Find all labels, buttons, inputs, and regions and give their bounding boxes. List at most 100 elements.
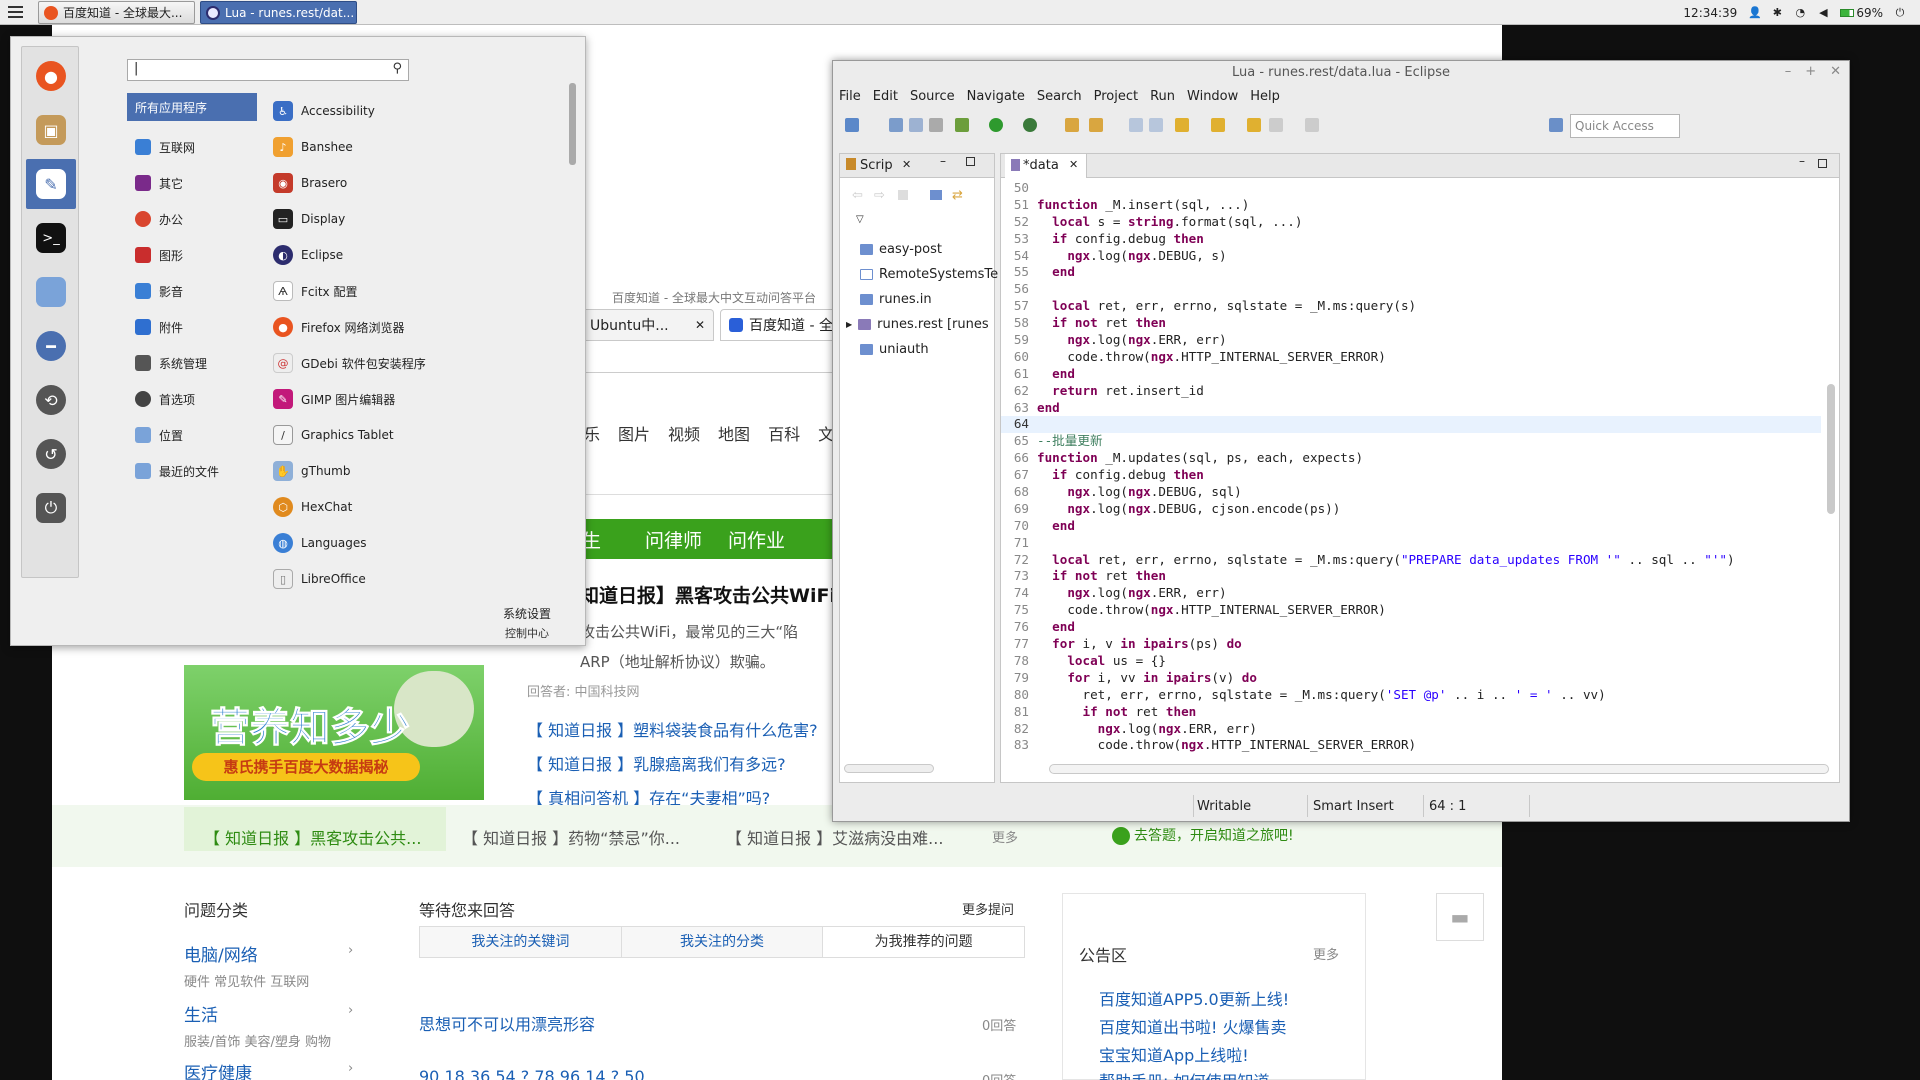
view-menu-icon[interactable]: ▽	[856, 214, 864, 225]
code-line[interactable]: 71	[1001, 535, 1821, 552]
code-line[interactable]: 69 ngx.log(ngx.DEBUG, cjson.encode(ps))	[1001, 501, 1821, 518]
system-settings-link[interactable]: 系统设置 控制中心	[503, 605, 551, 641]
code-text[interactable]: ngx.log(ngx.ERR, err)	[1037, 585, 1226, 602]
maximize-icon[interactable]: +	[1805, 64, 1816, 79]
launcher-scrollbar[interactable]	[569, 83, 576, 165]
code-text[interactable]: end	[1037, 518, 1075, 535]
code-line[interactable]: 80 ret, err, errno, sqlstate = _M.ms:que…	[1001, 687, 1821, 704]
code-line[interactable]: 70 end	[1001, 518, 1821, 535]
forward-icon[interactable]: ⇨	[874, 188, 885, 203]
notice-item[interactable]: 宝宝知道App上线啦!	[1099, 1042, 1249, 1066]
favorite-shutdown[interactable]: ⏻	[26, 483, 76, 533]
open-folder-icon[interactable]	[1065, 118, 1079, 132]
new-icon[interactable]	[845, 118, 859, 132]
code-lines[interactable]: 50 51 function _M.insert(sql, ...) 52 local…	[1001, 180, 1821, 756]
user-icon[interactable]: 👤	[1748, 6, 1762, 19]
code-line[interactable]: 74 ngx.log(ngx.ERR, err)	[1001, 585, 1821, 602]
open-perspective-icon[interactable]	[1549, 118, 1563, 132]
app-item-display[interactable]: ▭ Display	[273, 201, 563, 237]
code-text[interactable]: end	[1037, 400, 1060, 417]
category-graphics[interactable]: 图形	[127, 237, 257, 273]
code-line[interactable]: 59 ngx.log(ngx.ERR, err)	[1001, 332, 1821, 349]
app-item-accessibility[interactable]: ♿ Accessibility	[273, 93, 563, 129]
menu-help[interactable]: Help	[1250, 89, 1280, 104]
save-all-icon[interactable]	[909, 118, 923, 132]
build-icon[interactable]	[1089, 118, 1103, 132]
horizontal-scrollbar[interactable]	[1049, 764, 1829, 774]
code-text[interactable]: ret, err, errno, sqlstate = _M.ms:query(…	[1037, 687, 1605, 704]
code-line[interactable]: 51 function _M.insert(sql, ...)	[1001, 197, 1821, 214]
more-questions-link[interactable]: 更多提问	[962, 899, 1014, 918]
code-line[interactable]: 82 ngx.log(ngx.ERR, err)	[1001, 721, 1821, 738]
nav-item[interactable]: 百科	[768, 421, 800, 445]
app-item-graphics-tablet[interactable]: / Graphics Tablet	[273, 417, 563, 453]
category-link[interactable]: 电脑/网络	[184, 941, 258, 966]
favorite-firefox[interactable]: ●	[26, 51, 76, 101]
prev-annotation-icon[interactable]	[1211, 118, 1225, 132]
save-icon[interactable]	[889, 118, 903, 132]
code-line[interactable]: 64	[1001, 416, 1821, 434]
strip-item[interactable]: 【 知道日报 】药物“禁忌”你...	[462, 825, 680, 849]
strip-item[interactable]: 【 知道日报 】艾滋病没由难...	[726, 825, 943, 849]
menu-navigate[interactable]: Navigate	[967, 89, 1025, 104]
home-icon[interactable]	[898, 190, 908, 200]
code-line[interactable]: 56	[1001, 281, 1821, 298]
launcher-search-input[interactable]: | ⚲	[127, 59, 409, 81]
code-text[interactable]: local ret, err, errno, sqlstate = _M.ms:…	[1037, 298, 1416, 315]
code-text[interactable]: function _M.updates(sql, ps, each, expec…	[1037, 450, 1363, 467]
app-item-gimp[interactable]: ✎ GIMP 图片编辑器	[273, 381, 563, 417]
favorite-terminal[interactable]: >_	[26, 213, 76, 263]
app-item-gthumb[interactable]: ✋ gThumb	[273, 453, 563, 489]
category-office[interactable]: 办公	[127, 201, 257, 237]
question-link[interactable]: 思想可不可以用漂亮形容	[419, 1011, 595, 1035]
code-text[interactable]: if not ret then	[1037, 568, 1166, 585]
quick-access-input[interactable]: Quick Access	[1570, 114, 1680, 138]
maximize-view-icon[interactable]	[1818, 159, 1827, 168]
code-line[interactable]: 68 ngx.log(ngx.DEBUG, sql)	[1001, 484, 1821, 501]
battery-indicator[interactable]: 69%	[1840, 6, 1883, 20]
menu-run[interactable]: Run	[1150, 89, 1175, 104]
app-item-libreoffice[interactable]: ▯ LibreOffice	[273, 561, 563, 597]
category-subs[interactable]: 硬件 常见软件 互联网	[184, 971, 309, 990]
clock[interactable]: 12:34:39	[1683, 6, 1737, 20]
close-icon[interactable]: ✕	[695, 318, 705, 332]
minimize-view-icon[interactable]: –	[940, 154, 946, 168]
taskbar-item-eclipse[interactable]: Lua - runes.rest/dat...	[200, 1, 357, 24]
print-icon[interactable]	[929, 118, 943, 132]
minimize-icon[interactable]: –	[1785, 64, 1792, 79]
nav-item[interactable]: 视频	[668, 421, 700, 445]
block-select-icon[interactable]	[1149, 118, 1163, 132]
close-icon[interactable]: ✕	[902, 158, 911, 171]
code-line[interactable]: 77 for i, v in ipairs(ps) do	[1001, 636, 1821, 653]
favorite-switch-user[interactable]: ⟲	[26, 375, 76, 425]
daily-link[interactable]: 【 知道日报 】塑料袋装食品有什么危害?	[527, 717, 818, 741]
daily-link[interactable]: 【 知道日报 】乳腺癌离我们有多远?	[527, 751, 786, 775]
code-text[interactable]: end	[1037, 366, 1075, 383]
code-line[interactable]: 65 --批量更新	[1001, 433, 1821, 450]
code-text[interactable]: if config.debug then	[1037, 467, 1204, 484]
category-internet[interactable]: 互联网	[127, 129, 257, 165]
code-line[interactable]: 73 if not ret then	[1001, 568, 1821, 585]
code-line[interactable]: 83 code.throw(ngx.HTTP_INTERNAL_SERVER_E…	[1001, 737, 1821, 754]
browser-tab-ubuntu[interactable]: Ubuntu中... ✕	[582, 309, 714, 341]
notice-item[interactable]: 帮助手册: 如何使用知道	[1099, 1068, 1269, 1080]
feedback-button[interactable]: ▬	[1436, 893, 1484, 941]
question-link[interactable]: 90 18 36 54 ? 78 96 14 ? 50...	[419, 1067, 660, 1080]
favorite-logout[interactable]: ↺	[26, 429, 76, 479]
code-text[interactable]: for i, v in ipairs(ps) do	[1037, 636, 1242, 653]
code-text[interactable]: if not ret then	[1037, 704, 1197, 721]
category-places[interactable]: 位置	[127, 417, 257, 453]
debug-icon[interactable]	[955, 118, 969, 132]
code-line[interactable]: 58 if not ret then	[1001, 315, 1821, 332]
nav-item[interactable]: 地图	[718, 421, 750, 445]
favorite-software-center[interactable]: ▣	[26, 105, 76, 155]
category-link[interactable]: 医疗健康	[184, 1059, 252, 1080]
editor-tab-data[interactable]: *data ✕	[1005, 154, 1087, 178]
forward-icon[interactable]	[1305, 118, 1319, 132]
next-annotation-icon[interactable]	[1175, 118, 1189, 132]
notice-item[interactable]: 百度知道出书啦! 火爆售卖	[1099, 1014, 1287, 1038]
code-text[interactable]: code.throw(ngx.HTTP_INTERNAL_SERVER_ERRO…	[1037, 602, 1385, 619]
code-text[interactable]: code.throw(ngx.HTTP_INTERNAL_SERVER_ERRO…	[1037, 737, 1416, 754]
notice-item[interactable]: 百度知道APP5.0更新上线!	[1099, 986, 1289, 1010]
tab-categories[interactable]: 我关注的分类	[621, 927, 824, 957]
